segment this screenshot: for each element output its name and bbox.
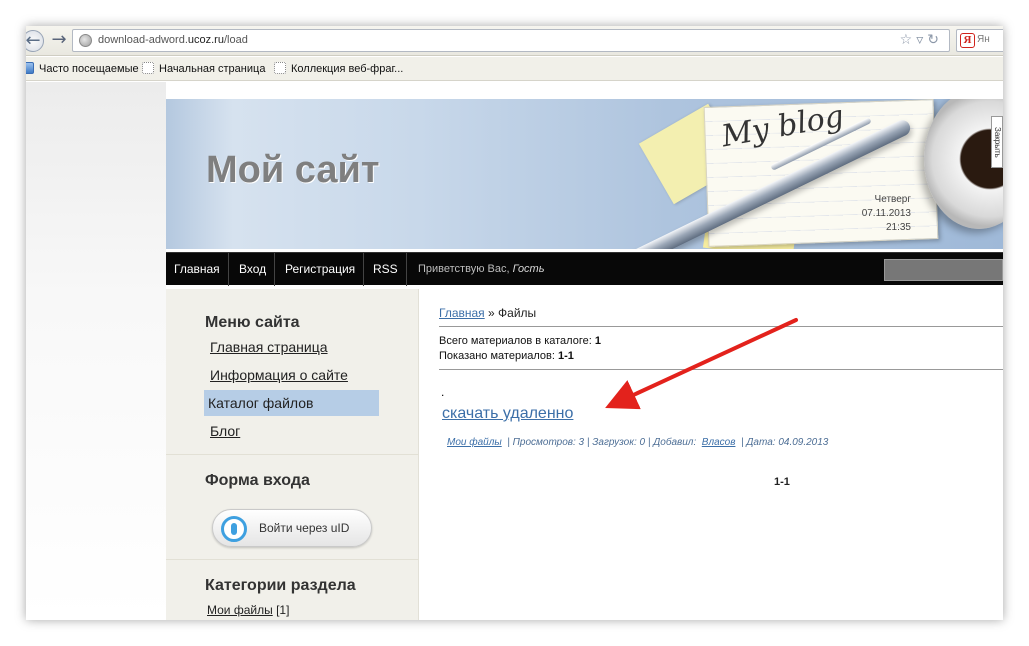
yandex-icon: Я	[960, 33, 975, 48]
back-button[interactable]: ←	[26, 30, 44, 52]
bookmark-home[interactable]: Начальная страница	[142, 62, 265, 75]
site-title[interactable]: Мой сайт	[206, 149, 380, 192]
categories-title: Категории раздела	[205, 577, 356, 594]
weekday: Четверг	[874, 194, 911, 205]
login-title: Форма входа	[205, 472, 310, 489]
category-count: [1]	[276, 603, 290, 617]
catalog-stats: Всего материалов в каталоге: 1 Показано …	[439, 335, 601, 362]
star-icon[interactable]: ☆	[900, 32, 917, 48]
entry-meta: Мои файлы | Просмотров: 3 | Загрузок: 0 …	[447, 437, 829, 448]
url-text: download-adword.ucoz.ru/load	[98, 34, 248, 46]
nav-login[interactable]: Вход	[231, 253, 276, 286]
search-engine-label: Ян	[977, 34, 990, 45]
sidebar: Меню сайта Главная страница Информация о…	[166, 289, 419, 620]
main-content: Главная » Файлы Всего материалов в катал…	[439, 289, 1003, 620]
reload-icon[interactable]: ↻	[927, 32, 943, 48]
uid-login-label: Войти через uID	[259, 521, 350, 535]
nav-home[interactable]: Главная	[166, 253, 229, 286]
breadcrumb-home-link[interactable]: Главная	[439, 306, 485, 320]
entry-author-link[interactable]: Власов	[702, 437, 736, 448]
page-icon	[142, 62, 154, 74]
menu-title: Меню сайта	[205, 314, 300, 331]
pagination: 1-1	[774, 476, 790, 488]
nav-rss[interactable]: RSS	[365, 253, 407, 286]
menu-item-files[interactable]: Каталог файлов	[204, 390, 379, 416]
entry-title-link[interactable]: скачать удаленно	[442, 405, 573, 423]
bookmarks-bar: Часто посещаемые Начальная страница Колл…	[26, 57, 1003, 81]
page-gutter	[26, 82, 166, 620]
globe-icon	[79, 34, 92, 47]
site-header: Мой сайт My blog Четверг 07.11.2013 21:3…	[166, 99, 1003, 249]
forward-button[interactable]: →	[48, 30, 70, 52]
browser-window: ← → download-adword.ucoz.ru/load ☆▿↻ Я Я…	[26, 26, 1003, 620]
close-ad-tab[interactable]: Закрыть	[991, 116, 1003, 168]
time: 21:35	[885, 222, 911, 233]
site-search-input[interactable]	[884, 259, 1003, 281]
greeting-text: Приветствую Вас, Гость	[418, 263, 545, 275]
breadcrumb-current: Файлы	[498, 306, 537, 320]
nav-register[interactable]: Регистрация	[277, 253, 365, 286]
divider	[439, 369, 1003, 370]
entry-marker: .	[441, 385, 445, 399]
category-link[interactable]: Мои файлы	[207, 603, 273, 617]
url-action-icons[interactable]: ☆▿↻	[900, 32, 943, 48]
bookmark-icon	[26, 62, 34, 74]
bookmark-web-slices[interactable]: Коллекция веб-фраг...	[274, 62, 403, 75]
breadcrumb: Главная » Файлы	[439, 306, 537, 320]
bookmark-most-visited[interactable]: Часто посещаемые	[26, 62, 139, 75]
uid-login-button[interactable]: Войти через uID	[212, 509, 372, 547]
search-box[interactable]: Я Ян	[956, 29, 1003, 52]
top-navbar: Главная Вход Регистрация RSS Приветствую…	[166, 252, 1003, 286]
uid-icon	[221, 516, 247, 542]
browser-toolbar: ← → download-adword.ucoz.ru/load ☆▿↻ Я Я…	[26, 26, 1003, 56]
entry-category-link[interactable]: Мои файлы	[447, 437, 502, 448]
divider	[439, 326, 1003, 327]
divider	[166, 454, 419, 455]
date: 07.11.2013	[861, 208, 911, 219]
divider	[166, 559, 419, 560]
page-icon	[274, 62, 286, 74]
menu-item-blog[interactable]: Блог	[206, 418, 376, 444]
category-item[interactable]: Мои файлы [1]	[207, 603, 289, 617]
dropdown-icon[interactable]: ▿	[916, 32, 927, 48]
menu-item-about[interactable]: Информация о сайте	[206, 362, 376, 388]
date-widget: Четверг 07.11.2013 21:35	[826, 193, 911, 235]
web-page: Мой сайт My blog Четверг 07.11.2013 21:3…	[26, 82, 1003, 620]
menu-item-home[interactable]: Главная страница	[206, 334, 376, 360]
address-bar[interactable]: download-adword.ucoz.ru/load ☆▿↻	[72, 29, 950, 52]
